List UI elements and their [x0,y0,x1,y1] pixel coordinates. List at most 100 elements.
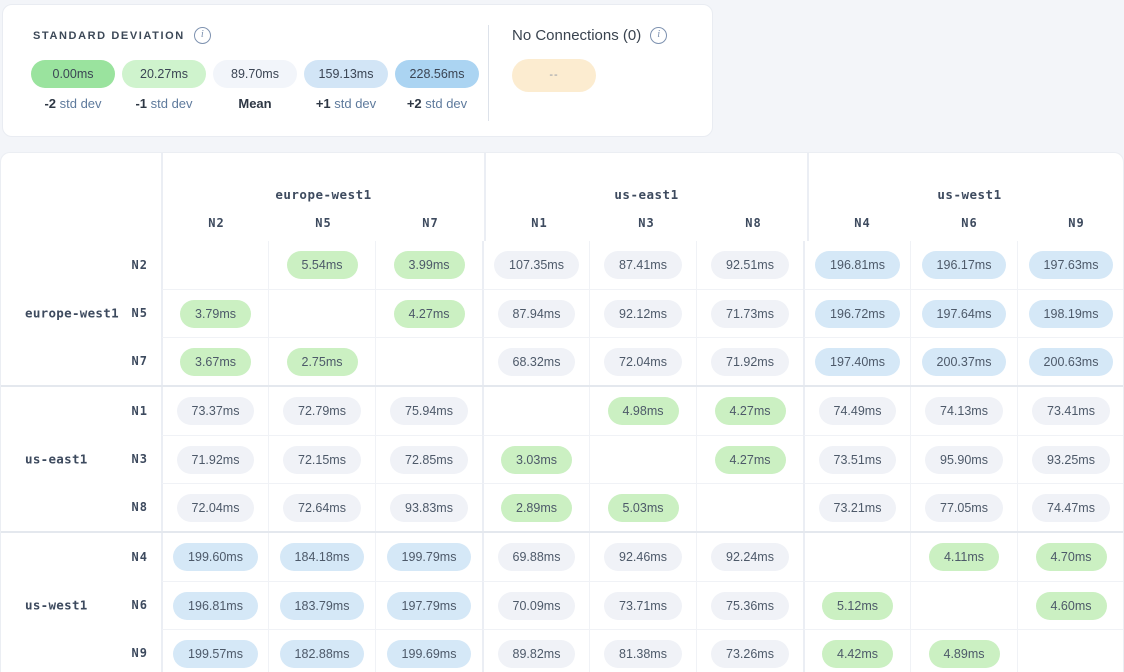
latency-pill[interactable]: 72.85ms [390,446,468,474]
latency-cell[interactable]: 5.54ms [268,241,375,289]
latency-cell[interactable]: 87.41ms [589,241,696,289]
latency-pill[interactable]: 74.47ms [1032,494,1110,522]
latency-pill[interactable]: 73.51ms [819,446,897,474]
latency-cell[interactable]: 93.83ms [375,483,482,531]
latency-pill[interactable]: 81.38ms [604,640,682,668]
latency-pill[interactable]: 197.64ms [922,300,1007,328]
latency-pill[interactable]: 73.21ms [819,494,897,522]
latency-pill[interactable]: 87.94ms [498,300,576,328]
latency-cell[interactable]: 4.42ms [803,629,910,672]
latency-cell[interactable]: 4.27ms [696,435,803,483]
latency-cell[interactable]: 197.64ms [910,289,1017,337]
latency-cell[interactable]: 5.03ms [589,483,696,531]
latency-cell[interactable]: 70.09ms [482,581,589,629]
latency-cell[interactable]: 4.27ms [696,387,803,435]
latency-cell[interactable]: 92.51ms [696,241,803,289]
latency-pill[interactable]: 71.92ms [177,446,255,474]
latency-pill[interactable]: 71.92ms [711,348,789,376]
latency-pill[interactable]: 72.04ms [604,348,682,376]
latency-cell[interactable]: 73.71ms [589,581,696,629]
latency-cell[interactable]: 196.72ms [803,289,910,337]
latency-cell[interactable]: 92.46ms [589,533,696,581]
latency-cell[interactable]: 95.90ms [910,435,1017,483]
latency-pill[interactable]: 182.88ms [280,640,365,668]
latency-cell[interactable]: 200.63ms [1017,337,1124,385]
latency-cell[interactable]: 199.69ms [375,629,482,672]
latency-pill[interactable]: 75.94ms [390,397,468,425]
latency-pill[interactable]: 3.03ms [501,446,572,474]
latency-pill[interactable]: 4.98ms [608,397,679,425]
latency-pill[interactable]: 5.54ms [287,251,358,279]
latency-pill[interactable]: 196.17ms [922,251,1007,279]
latency-cell[interactable]: 75.36ms [696,581,803,629]
latency-cell[interactable]: 89.82ms [482,629,589,672]
latency-cell[interactable]: 93.25ms [1017,435,1124,483]
latency-pill[interactable]: 92.24ms [711,543,789,571]
latency-pill[interactable]: 73.71ms [604,592,682,620]
latency-cell[interactable]: 182.88ms [268,629,375,672]
latency-cell[interactable]: 69.88ms [482,533,589,581]
latency-pill[interactable]: 72.15ms [283,446,361,474]
latency-pill[interactable]: 68.32ms [498,348,576,376]
latency-cell[interactable]: 72.85ms [375,435,482,483]
latency-pill[interactable]: 4.89ms [929,640,1000,668]
latency-cell[interactable]: 4.70ms [1017,533,1124,581]
latency-pill[interactable]: 200.37ms [922,348,1007,376]
latency-pill[interactable]: 92.46ms [604,543,682,571]
latency-cell[interactable]: 196.81ms [161,581,268,629]
info-icon[interactable]: i [194,27,211,44]
latency-cell[interactable]: 81.38ms [589,629,696,672]
latency-pill[interactable]: 72.79ms [283,397,361,425]
latency-pill[interactable]: 73.41ms [1032,397,1110,425]
latency-pill[interactable]: 73.37ms [177,397,255,425]
latency-cell[interactable]: 183.79ms [268,581,375,629]
latency-cell[interactable]: 197.79ms [375,581,482,629]
latency-pill[interactable]: 197.63ms [1029,251,1114,279]
latency-cell[interactable]: 73.37ms [161,387,268,435]
latency-cell[interactable]: 197.63ms [1017,241,1124,289]
latency-cell[interactable]: 72.64ms [268,483,375,531]
latency-pill[interactable]: 95.90ms [925,446,1003,474]
latency-cell[interactable]: 87.94ms [482,289,589,337]
latency-pill[interactable]: 3.99ms [394,251,465,279]
latency-cell[interactable]: 2.75ms [268,337,375,385]
latency-cell[interactable]: 198.19ms [1017,289,1124,337]
latency-pill[interactable]: 199.60ms [173,543,258,571]
latency-cell[interactable]: 4.60ms [1017,581,1124,629]
latency-pill[interactable]: 4.70ms [1036,543,1107,571]
latency-pill[interactable]: 72.04ms [177,494,255,522]
latency-cell[interactable]: 2.89ms [482,483,589,531]
latency-cell[interactable]: 74.49ms [803,387,910,435]
latency-pill[interactable]: 75.36ms [711,592,789,620]
latency-cell[interactable]: 3.67ms [161,337,268,385]
latency-cell[interactable]: 200.37ms [910,337,1017,385]
latency-cell[interactable]: 199.60ms [161,533,268,581]
latency-cell[interactable]: 5.12ms [803,581,910,629]
latency-cell[interactable]: 73.51ms [803,435,910,483]
latency-cell[interactable]: 107.35ms [482,241,589,289]
latency-cell[interactable]: 196.81ms [803,241,910,289]
latency-cell[interactable]: 73.26ms [696,629,803,672]
latency-cell[interactable]: 72.79ms [268,387,375,435]
latency-cell[interactable]: 73.41ms [1017,387,1124,435]
latency-pill[interactable]: 2.75ms [287,348,358,376]
latency-pill[interactable]: 87.41ms [604,251,682,279]
latency-pill[interactable]: 70.09ms [498,592,576,620]
latency-cell[interactable]: 71.92ms [161,435,268,483]
latency-cell[interactable]: 68.32ms [482,337,589,385]
latency-pill[interactable]: 196.81ms [173,592,258,620]
latency-pill[interactable]: 77.05ms [925,494,1003,522]
latency-pill[interactable]: 3.67ms [180,348,251,376]
latency-pill[interactable]: 200.63ms [1029,348,1114,376]
latency-pill[interactable]: 197.79ms [387,592,472,620]
latency-pill[interactable]: 4.11ms [929,543,999,571]
latency-cell[interactable]: 197.40ms [803,337,910,385]
latency-cell[interactable]: 92.12ms [589,289,696,337]
latency-pill[interactable]: 184.18ms [280,543,365,571]
latency-pill[interactable]: 4.60ms [1036,592,1107,620]
latency-cell[interactable]: 196.17ms [910,241,1017,289]
latency-pill[interactable]: 71.73ms [711,300,789,328]
latency-cell[interactable]: 4.27ms [375,289,482,337]
latency-cell[interactable]: 4.89ms [910,629,1017,672]
latency-cell[interactable]: 71.73ms [696,289,803,337]
